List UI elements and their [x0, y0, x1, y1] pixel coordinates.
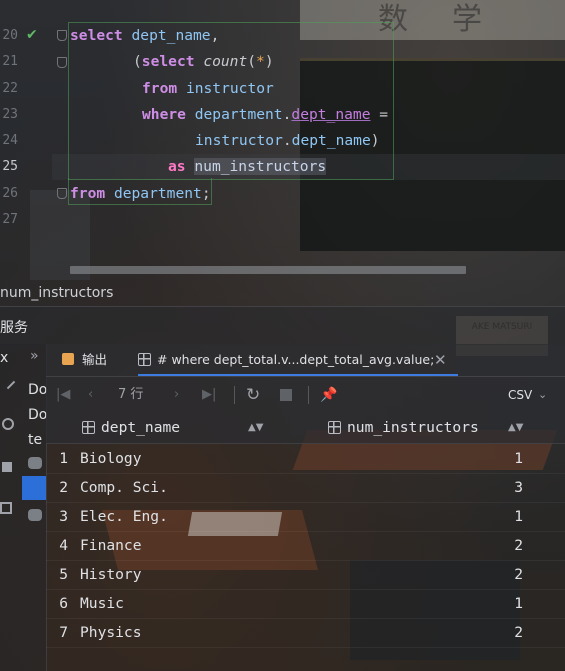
cell-num-instructors[interactable]: 2	[514, 560, 523, 589]
stop-service-icon[interactable]	[2, 462, 12, 472]
line-number: 21	[2, 54, 18, 69]
table-row[interactable]: 2 Comp. Sci. 3	[46, 473, 565, 503]
line-number: 20	[2, 28, 18, 43]
cell-dept-name[interactable]: Comp. Sci.	[80, 473, 168, 502]
cell-num-instructors[interactable]: 2	[514, 618, 523, 647]
cell-dept-name[interactable]: Music	[80, 589, 124, 618]
column-header-num-instructors[interactable]: num_instructors	[328, 413, 479, 443]
cell-num-instructors[interactable]: 1	[514, 444, 523, 473]
expand-chevron-icon[interactable]: »	[30, 348, 39, 364]
output-icon	[62, 353, 74, 365]
refresh-icon[interactable]: ↻	[246, 377, 260, 413]
collapse-icon[interactable]	[6, 380, 16, 390]
line-number: 22	[2, 81, 18, 96]
console-icon[interactable]	[28, 509, 42, 521]
line-number: 27	[2, 212, 18, 227]
line-number-current: 25	[2, 159, 18, 174]
run-success-check-icon[interactable]: ✔	[26, 27, 38, 43]
tree-item[interactable]: Do	[28, 407, 47, 423]
result-toolbar: |◀ ‹ 7 行 › ▶| ↻ 📌 CSV ⌄	[46, 377, 565, 413]
table-icon	[138, 353, 151, 366]
code-line-23[interactable]: where department.dept_name =	[142, 106, 388, 124]
table-row[interactable]: 7 Physics 2	[46, 618, 565, 648]
line-number: 26	[2, 186, 18, 201]
services-header	[0, 306, 565, 345]
background-character: 学	[452, 2, 482, 37]
column-header-dept-name[interactable]: dept_name	[82, 413, 180, 443]
cell-dept-name[interactable]: Physics	[80, 618, 142, 647]
table-row[interactable]: 5 History 2	[46, 560, 565, 590]
cell-dept-name[interactable]: Biology	[80, 444, 142, 473]
code-line-22[interactable]: from instructor	[142, 80, 274, 98]
layout-icon[interactable]	[0, 502, 12, 514]
row-number: 1	[59, 450, 68, 467]
x-label: x	[0, 350, 9, 366]
row-number: 6	[59, 595, 68, 612]
cell-dept-name[interactable]: History	[80, 560, 142, 589]
toolbar-divider	[308, 386, 309, 404]
code-line-21[interactable]: (select count(*)	[133, 53, 274, 71]
row-number: 5	[59, 566, 68, 583]
table-row[interactable]: 4 Finance 2	[46, 531, 565, 561]
row-number: 7	[59, 624, 68, 641]
highlighted-alias: num_instructors	[194, 158, 327, 175]
breadcrumb[interactable]: num_instructors	[0, 285, 113, 301]
row-number: 3	[59, 508, 68, 525]
next-page-icon[interactable]: ›	[174, 377, 179, 413]
fold-icon[interactable]	[57, 30, 67, 41]
stop-icon[interactable]	[280, 389, 292, 401]
cell-num-instructors[interactable]: 2	[514, 531, 523, 560]
horizontal-scrollbar[interactable]	[70, 266, 466, 274]
row-number: 2	[59, 479, 68, 496]
row-number: 4	[59, 537, 68, 554]
grid-header: dept_name ▲▼ num_instructors ▲▼	[46, 413, 565, 444]
tab-output[interactable]: 输出	[62, 344, 107, 376]
pin-icon[interactable]: 📌	[320, 377, 337, 413]
close-tab-icon[interactable]: ✕	[434, 344, 447, 376]
code-line-24[interactable]: instructor.dept_name)	[195, 132, 380, 150]
last-page-icon[interactable]: ▶|	[202, 377, 216, 413]
chevron-down-icon[interactable]: ⌄	[538, 377, 547, 413]
prev-page-icon[interactable]: ‹	[88, 377, 93, 413]
tree-item[interactable]: Do	[28, 382, 47, 398]
cell-num-instructors[interactable]: 1	[514, 589, 523, 618]
settings-icon[interactable]	[2, 418, 14, 430]
services-tree-panel: x » Do Do te	[0, 344, 47, 671]
console-icon[interactable]	[28, 457, 42, 469]
first-page-icon[interactable]: |◀	[56, 377, 70, 413]
fold-icon[interactable]	[57, 188, 67, 199]
code-line-25[interactable]: as num_instructors	[168, 158, 327, 176]
line-number: 23	[2, 107, 18, 122]
tree-item[interactable]: te	[28, 432, 42, 448]
result-grid: dept_name ▲▼ num_instructors ▲▼ 1 Biolog…	[46, 413, 565, 671]
column-icon	[82, 421, 95, 434]
selected-service-indicator[interactable]	[22, 476, 46, 500]
code-line-26[interactable]: from department;	[70, 185, 211, 203]
services-title: 服务	[0, 320, 28, 336]
fold-icon[interactable]	[57, 57, 67, 68]
cell-num-instructors[interactable]: 3	[514, 473, 523, 502]
sort-icon[interactable]: ▲▼	[248, 413, 263, 443]
result-tabs: 输出 # where dept_total.v...dept_total_avg…	[46, 344, 565, 377]
table-row[interactable]: 6 Music 1	[46, 589, 565, 619]
table-row[interactable]: 3 Elec. Eng. 1	[46, 502, 565, 532]
cell-dept-name[interactable]: Elec. Eng.	[80, 502, 168, 531]
row-count[interactable]: 7 行	[118, 377, 143, 413]
toolbar-divider	[234, 386, 235, 404]
selection-outline	[68, 22, 394, 180]
tab-query-result[interactable]: # where dept_total.v...dept_total_avg.va…	[138, 344, 458, 376]
code-line-20[interactable]: select dept_name,	[70, 27, 219, 45]
cell-dept-name[interactable]: Finance	[80, 531, 142, 560]
line-number: 24	[2, 133, 18, 148]
cell-num-instructors[interactable]: 1	[514, 502, 523, 531]
table-row[interactable]: 1 Biology 1	[46, 444, 565, 474]
column-icon	[328, 421, 341, 434]
sort-icon[interactable]: ▲▼	[508, 413, 523, 443]
export-format-select[interactable]: CSV	[508, 377, 532, 413]
